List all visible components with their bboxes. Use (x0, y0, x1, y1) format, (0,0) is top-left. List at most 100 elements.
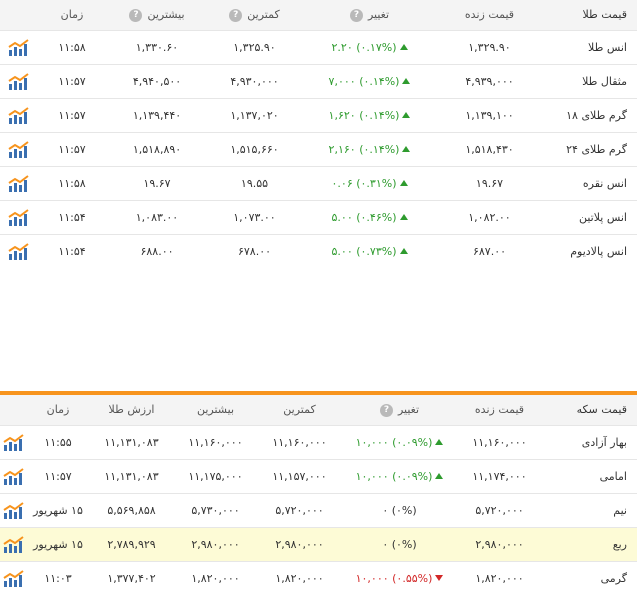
chart-icon[interactable] (2, 501, 25, 519)
row-name[interactable]: انس نقره (542, 165, 637, 200)
table-row[interactable]: گرمی ۱,۸۲۰,۰۰۰ ۱۰,۰۰۰ (۰.۵۵%) ۱,۸۲۰,۰۰۰ ۱,۸۲… (0, 560, 637, 594)
row-name[interactable]: انس پلاتین (542, 199, 637, 234)
row-name[interactable]: بهار آزادی (542, 424, 637, 459)
chart-cell[interactable] (0, 233, 37, 268)
change-percent: (۰.۱۴%) (359, 108, 400, 122)
live-price: ۱,۳۲۹.۹۰ (437, 29, 542, 64)
header-change: تغییر? (302, 0, 437, 30)
chart-cell[interactable] (0, 424, 27, 459)
live-price: ۱۱,۱۷۴,۰۰۰ (457, 458, 542, 493)
row-name[interactable]: انس پالادیوم (542, 233, 637, 268)
change-cell: ۲.۲۰ (۰.۱۷%) (302, 29, 437, 64)
low-price: ۱,۰۷۳.۰۰ (207, 199, 302, 234)
chart-icon[interactable] (7, 208, 30, 226)
high-price: ۲,۹۸۰,۰۰۰ (174, 526, 257, 561)
header-live-price: قیمت زنده (457, 395, 542, 425)
chart-icon[interactable] (2, 569, 25, 588)
table-row[interactable]: انس طلا ۱,۳۲۹.۹۰ ۲.۲۰ (۰.۱۷%) ۱,۳۲۵.۹۰ ۱,۳۳۰… (0, 29, 637, 64)
table-row[interactable]: گرم طلای ۲۴ ۱,۵۱۸,۴۳۰ ۲,۱۶۰ (۰.۱۴%) ۱,۵۱۵,۶… (0, 131, 637, 166)
low-price: ۱۱,۱۵۷,۰۰۰ (257, 458, 342, 493)
change-percent: (۰.۵۵%) (392, 571, 433, 585)
arrow-up-icon (402, 77, 411, 84)
high-price: ۵,۷۳۰,۰۰۰ (174, 492, 257, 527)
header-live-price: قیمت زنده (437, 0, 542, 30)
change-cell: ۱۰,۰۰۰ (۰.۰۹%) (342, 424, 457, 459)
chart-cell[interactable] (0, 97, 37, 132)
table-row[interactable]: ربع ۲,۹۸۰,۰۰۰ ۰ (۰%) ۲,۹۸۰,۰۰۰ ۲,۹۸۰,۰۰۰ ۲,۷۸… (0, 526, 637, 561)
change-value: ۵.۰۰ (331, 244, 353, 258)
change-value: ۱۰,۰۰۰ (355, 571, 389, 585)
row-name[interactable]: امامی (542, 458, 637, 493)
change-percent: (۰%) (391, 503, 417, 517)
update-time: ۱۱:۵۴ (37, 199, 107, 234)
help-icon[interactable]: ? (379, 403, 393, 417)
change-percent: (۰.۱۴%) (359, 142, 400, 156)
change-percent: (۰.۷۳%) (356, 244, 397, 258)
table-row[interactable]: نیم ۵,۷۲۰,۰۰۰ ۰ (۰%) ۵,۷۲۰,۰۰۰ ۵,۷۳۰,۰۰۰ ۵,۵۶… (0, 492, 637, 527)
help-icon[interactable]: ? (229, 8, 243, 22)
chart-cell[interactable] (0, 165, 37, 200)
high-price: ۶۸۸.۰۰ (107, 233, 207, 268)
header-high: بیشترین? (107, 0, 207, 30)
update-time: ۱۵ شهریور (27, 526, 89, 561)
chart-icon[interactable] (7, 242, 30, 261)
row-name[interactable]: گرم طلای ۱۸ (542, 97, 637, 132)
change-value: ۰ (382, 537, 389, 551)
row-name[interactable]: نیم (542, 492, 637, 527)
gold-value: ۵,۵۶۹,۸۵۸ (89, 492, 174, 527)
low-price: ۱,۳۲۵.۹۰ (207, 29, 302, 64)
chart-icon[interactable] (7, 140, 30, 158)
change-cell: ۰.۰۶ (۰.۳۱%) (302, 165, 437, 200)
help-icon[interactable]: ? (349, 8, 363, 22)
chart-icon[interactable] (2, 535, 25, 553)
change-cell: ۲,۱۶۰ (۰.۱۴%) (302, 131, 437, 166)
chart-cell[interactable] (0, 560, 27, 594)
low-price: ۶۷۸.۰۰ (207, 233, 302, 268)
high-price: ۱,۳۳۰.۶۰ (107, 29, 207, 64)
change-value: ۱۰,۰۰۰ (355, 469, 389, 483)
table-row[interactable]: انس نقره ۱۹.۶۷ ۰.۰۶ (۰.۳۱%) ۱۹.۵۵ ۱۹.۶۷ ۱۱:۵۸ (0, 165, 637, 200)
row-name[interactable]: ربع (542, 526, 637, 561)
table-row[interactable]: امامی ۱۱,۱۷۴,۰۰۰ ۱۰,۰۰۰ (۰.۰۹%) ۱۱,۱۵۷,۰۰۰ ۱… (0, 458, 637, 493)
change-value: ۰.۰۶ (331, 176, 353, 190)
row-name[interactable]: انس طلا (542, 29, 637, 64)
update-time: ۱۱:۵۷ (37, 97, 107, 132)
chart-cell[interactable] (0, 199, 37, 234)
row-name[interactable]: مثقال طلا (542, 63, 637, 98)
chart-icon[interactable] (7, 38, 30, 56)
chart-icon[interactable] (7, 72, 30, 90)
high-price: ۱,۰۸۳.۰۰ (107, 199, 207, 234)
live-price: ۵,۷۲۰,۰۰۰ (457, 492, 542, 527)
header-chart (0, 0, 37, 30)
low-price: ۱,۱۳۷,۰۲۰ (207, 97, 302, 132)
chart-cell[interactable] (0, 458, 27, 493)
header-change: تغییر? (342, 395, 457, 425)
arrow-up-icon (399, 213, 408, 220)
table-row[interactable]: مثقال طلا ۴,۹۳۹,۰۰۰ ۷,۰۰۰ (۰.۱۴%) ۴,۹۳۰,۰۰۰… (0, 63, 637, 98)
header-time: زمان (37, 0, 107, 30)
chart-icon[interactable] (2, 433, 25, 451)
chart-cell[interactable] (0, 29, 37, 64)
table-row[interactable]: انس پلاتین ۱,۰۸۲.۰۰ ۵.۰۰ (۰.۴۶%) ۱,۰۷۳.۰۰ ۱,… (0, 199, 637, 234)
row-name[interactable]: گرم طلای ۲۴ (542, 131, 637, 166)
table-row[interactable]: گرم طلای ۱۸ ۱,۱۳۹,۱۰۰ ۱,۶۲۰ (۰.۱۴%) ۱,۱۳۷,۰… (0, 97, 637, 132)
chart-cell[interactable] (0, 63, 37, 98)
chart-icon[interactable] (7, 106, 30, 124)
help-icon[interactable]: ? (129, 8, 143, 22)
header-high: بیشترین (174, 395, 257, 425)
table-row[interactable]: بهار آزادی ۱۱,۱۶۰,۰۰۰ ۱۰,۰۰۰ (۰.۰۹%) ۱۱,۱۶۰… (0, 424, 637, 459)
low-price: ۵,۷۲۰,۰۰۰ (257, 492, 342, 527)
chart-cell[interactable] (0, 526, 27, 561)
table-row[interactable]: انس پالادیوم ۶۸۷.۰۰ ۵.۰۰ (۰.۷۳%) ۶۷۸.۰۰ ۶۸۸.… (0, 233, 637, 268)
arrow-down-icon (435, 574, 444, 581)
update-time: ۱۵ شهریور (27, 492, 89, 527)
row-name[interactable]: گرمی (542, 560, 637, 594)
live-price: ۱,۵۱۸,۴۳۰ (437, 131, 542, 166)
chart-icon[interactable] (2, 467, 25, 485)
chart-cell[interactable] (0, 492, 27, 527)
arrow-up-icon (435, 472, 444, 479)
chart-icon[interactable] (7, 174, 30, 192)
gold-value: ۲,۷۸۹,۹۲۹ (89, 526, 174, 561)
chart-cell[interactable] (0, 131, 37, 166)
